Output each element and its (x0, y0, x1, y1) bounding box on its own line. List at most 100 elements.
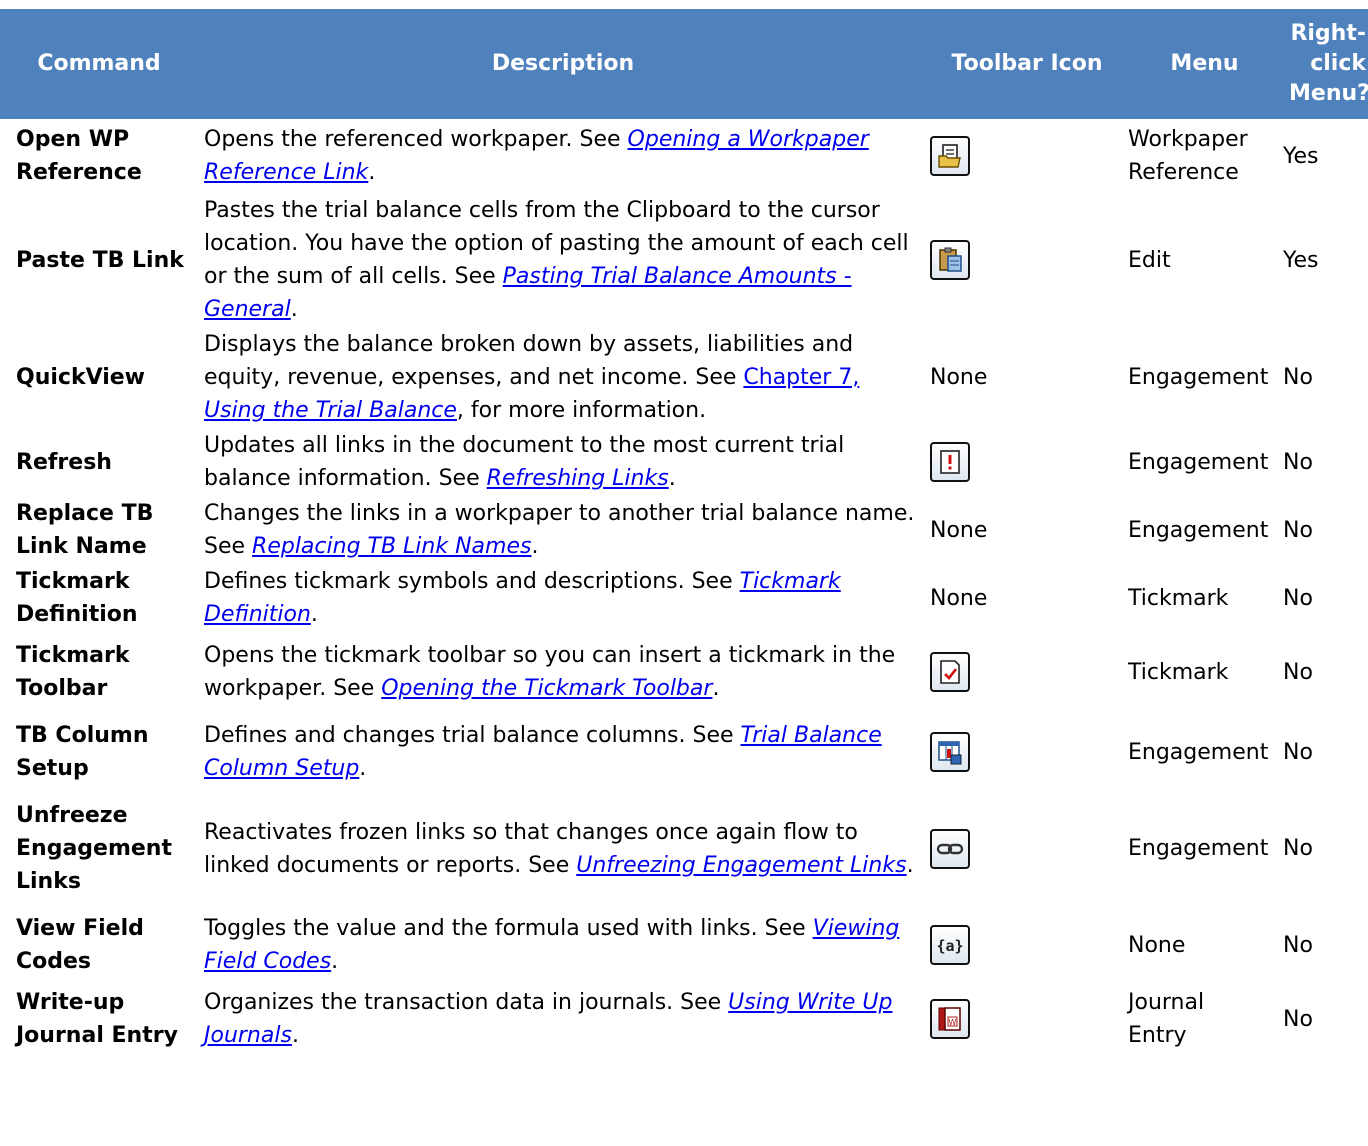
row-description-tail: . (368, 160, 376, 185)
header-right-click-line3: Menu? (1289, 81, 1368, 106)
right-click-cell: Yes (1283, 193, 1368, 327)
toolbar-icon-cell: {a} (928, 905, 1126, 985)
row-description-tail: . (291, 1023, 299, 1048)
row-description-tail: . (712, 676, 720, 701)
table-row: Refresh Updates all links in the document… (0, 428, 1368, 496)
description-cell: Opens the tickmark toolbar so you can in… (198, 632, 928, 712)
description-cell: Displays the balance broken down by asse… (198, 327, 928, 428)
paste-link-icon (930, 240, 970, 280)
topic-link[interactable]: Unfreezing Engagement Links (576, 853, 906, 878)
menu-cell: Engagement (1126, 792, 1283, 905)
command-name: QuickView (16, 365, 146, 390)
table-row: Unfreeze Engagement Links Reactivates fro… (0, 792, 1368, 905)
toolbar-icon-cell (928, 632, 1126, 712)
row-description-tail: . (668, 466, 676, 491)
row-description: Organizes the transaction data in journa… (204, 990, 729, 1015)
menu-name: Engagement (1128, 449, 1269, 475)
menu-cell: Engagement (1126, 428, 1283, 496)
menu-name: Engagement (1128, 365, 1269, 390)
right-click-value: No (1283, 585, 1313, 611)
menu-cell: Engagement (1126, 327, 1283, 428)
toolbar-icon-text: None (930, 517, 988, 543)
right-click-value: Yes (1283, 143, 1319, 169)
menu-cell: Edit (1126, 193, 1283, 327)
menu-name: Engagement (1128, 836, 1269, 861)
right-click-value: No (1283, 365, 1313, 390)
row-description: Toggles the value and the formula used w… (204, 916, 813, 941)
open-workpaper-icon (930, 136, 970, 176)
refresh-icon (930, 442, 970, 482)
right-click-cell: No (1283, 792, 1368, 905)
command-cell: Tickmark Toolbar (0, 632, 198, 712)
row-description: Opens the referenced workpaper. See (204, 127, 628, 152)
right-click-cell: No (1283, 327, 1368, 428)
svg-text:W: W (949, 1018, 957, 1027)
command-name: Tickmark Definition (16, 569, 138, 627)
table-row: TB Column Setup Defines and changes trial… (0, 712, 1368, 792)
row-description-tail: . (290, 297, 298, 322)
right-click-value: No (1283, 517, 1313, 543)
row-description-tail: . (331, 949, 339, 974)
table-row: Tickmark Toolbar Opens the tickmark toolb… (0, 632, 1368, 712)
topic-link[interactable]: Using the Trial Balance (204, 398, 457, 423)
menu-name: Journal Entry (1128, 990, 1205, 1048)
menu-name: None (1128, 932, 1186, 958)
table-row: QuickView Displays the balance broken dow… (0, 327, 1368, 428)
command-cell: Open WP Reference (0, 119, 198, 193)
menu-name: Engagement (1128, 739, 1269, 765)
menu-cell: Journal Entry (1126, 985, 1283, 1053)
row-description-tail: , for more information. (456, 398, 707, 423)
description-cell: Pastes the trial balance cells from the … (198, 193, 928, 327)
toolbar-icon-cell: None (928, 327, 1126, 428)
command-cell: Replace TB Link Name (0, 496, 198, 564)
menu-cell: Tickmark (1126, 632, 1283, 712)
menu-name: Tickmark (1128, 659, 1229, 685)
right-click-cell: No (1283, 564, 1368, 632)
right-click-cell: No (1283, 985, 1368, 1053)
command-name: Paste TB Link (16, 247, 184, 273)
right-click-value: No (1283, 659, 1313, 685)
row-description-tail: . (906, 852, 914, 878)
topic-link[interactable]: Replacing TB Link Names (252, 534, 531, 559)
command-name: Tickmark Toolbar (16, 643, 130, 701)
tickmark-icon (930, 652, 970, 692)
command-name: TB Column Setup (16, 723, 149, 781)
svg-text:{a}: {a} (936, 937, 963, 955)
header-description: Description (491, 51, 635, 76)
menu-name: Engagement (1128, 517, 1269, 543)
menu-cell: Workpaper Reference (1126, 119, 1283, 193)
header-right-click-line1: Right- (1290, 21, 1366, 46)
right-click-cell: No (1283, 632, 1368, 712)
topic-link[interactable]: Opening the Tickmark Toolbar (381, 676, 712, 701)
header-toolbar-icon: Toolbar Icon (951, 51, 1103, 76)
menu-cell: Tickmark (1126, 564, 1283, 632)
row-description: Defines tickmark symbols and description… (204, 569, 740, 594)
right-click-cell: No (1283, 428, 1368, 496)
command-name: Open WP Reference (16, 127, 142, 185)
right-click-cell: Yes (1283, 119, 1368, 193)
toolbar-icon-cell (928, 428, 1126, 496)
topic-link[interactable]: Refreshing Links (487, 466, 669, 491)
command-cell: Refresh (0, 428, 198, 496)
command-name: View Field Codes (16, 916, 144, 974)
toolbar-icon-cell (928, 119, 1126, 193)
field-code-icon: {a} (930, 925, 970, 965)
header-command: Command (37, 51, 161, 76)
chapter-link[interactable]: Chapter 7, (743, 365, 859, 390)
menu-cell: Engagement (1126, 712, 1283, 792)
menu-cell: None (1126, 905, 1283, 985)
command-cell: Write-up Journal Entry (0, 985, 198, 1053)
right-click-value: No (1283, 449, 1313, 475)
journal-icon: W (930, 999, 970, 1039)
table-row: Tickmark Definition Defines tickmark symb… (0, 564, 1368, 632)
toolbar-icon-cell: None (928, 496, 1126, 564)
command-name: Replace TB Link Name (16, 501, 154, 559)
table-row: Replace TB Link Name Changes the links in… (0, 496, 1368, 564)
toolbar-icon-cell: None (928, 564, 1126, 632)
table-row: Open WP Reference Opens the referenced wo… (0, 119, 1368, 193)
right-click-value: No (1283, 739, 1313, 765)
row-description-tail: . (531, 534, 539, 559)
right-click-cell: No (1283, 905, 1368, 985)
header-right-click-line2: click (1310, 51, 1366, 76)
description-cell: Toggles the value and the formula used w… (198, 905, 928, 985)
